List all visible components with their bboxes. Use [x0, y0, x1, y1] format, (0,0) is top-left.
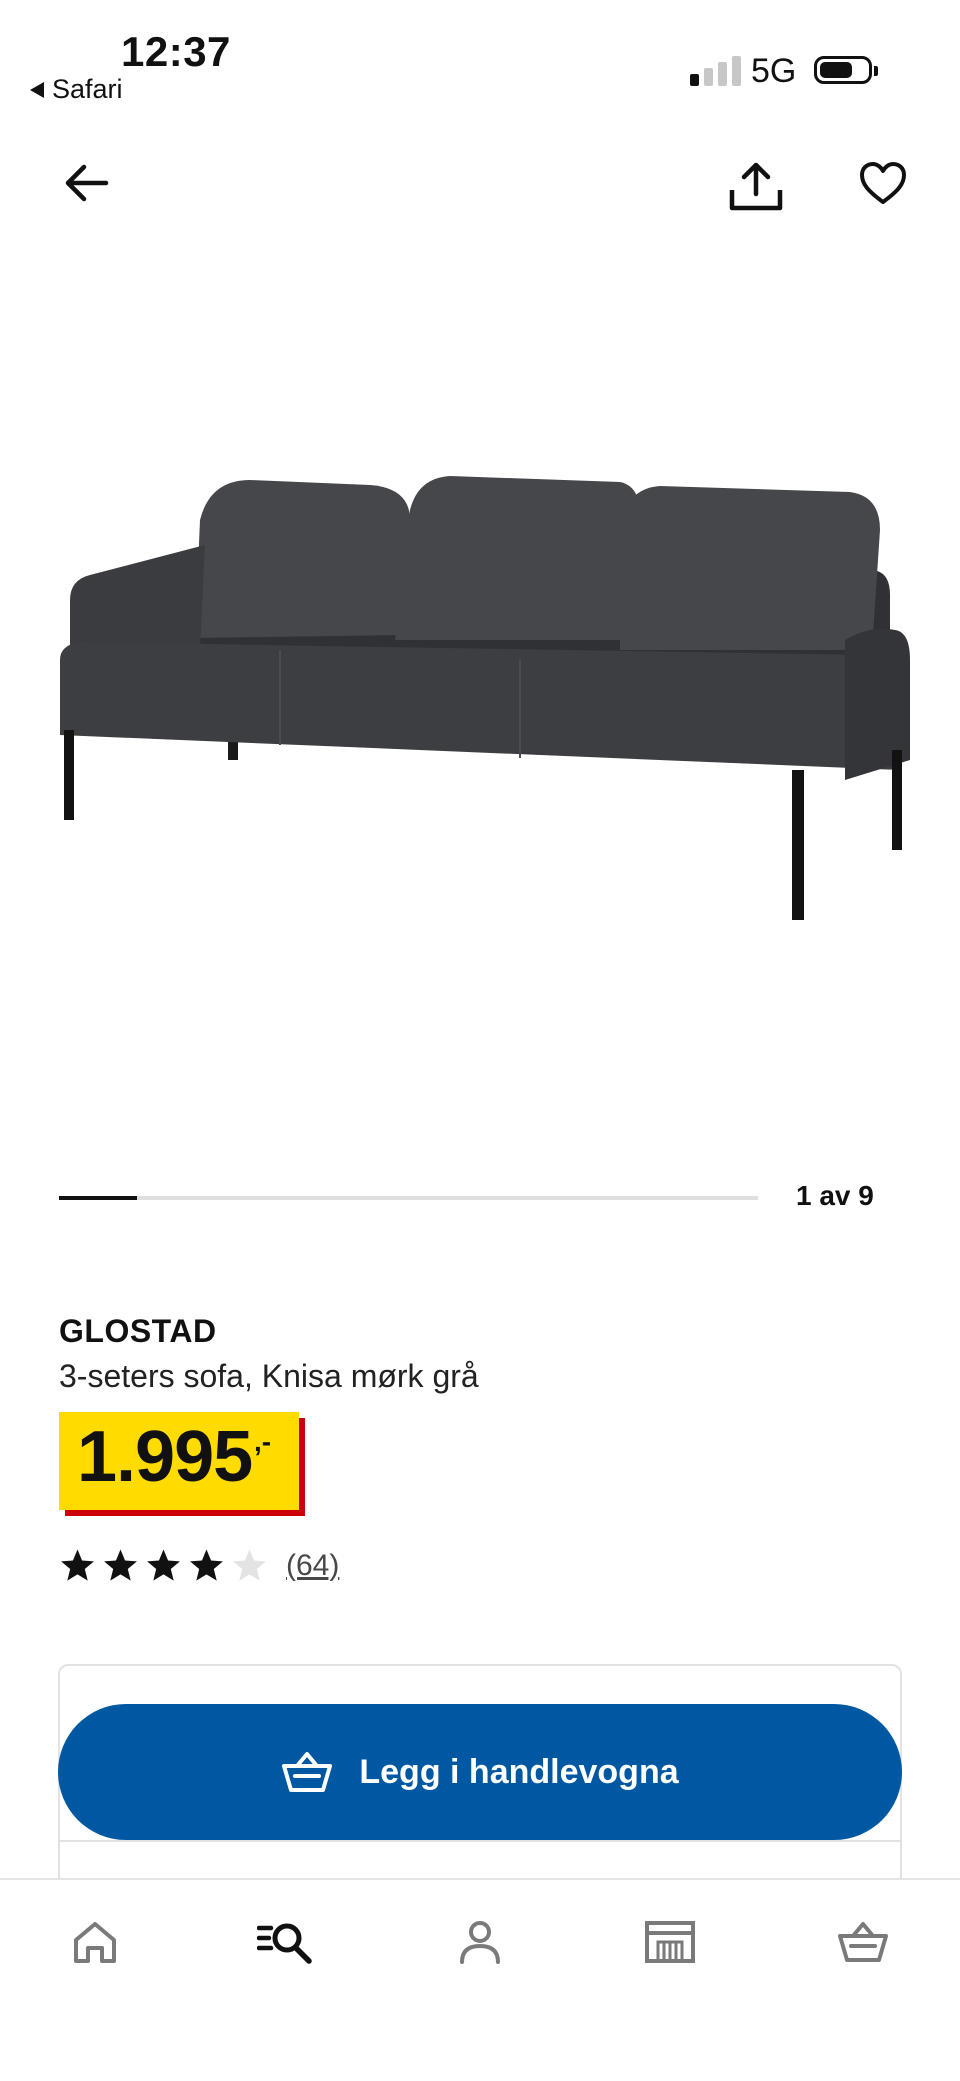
share-icon — [729, 162, 783, 211]
share-button[interactable] — [726, 160, 786, 221]
carousel-progress-track — [59, 1196, 758, 1200]
product-description: 3-seters sofa, Knisa mørk grå — [59, 1358, 479, 1394]
rating[interactable]: (64) — [59, 1548, 339, 1583]
price-value: 1.995 — [77, 1417, 253, 1497]
cart-panel-divider — [60, 1840, 902, 1842]
back-triangle-icon — [30, 81, 44, 98]
price-box: 1.995 ,- — [59, 1412, 299, 1510]
star-filled-icon — [104, 1549, 137, 1581]
favorite-button[interactable] — [858, 160, 908, 213]
product-name: GLOSTAD — [59, 1313, 217, 1349]
star-empty-icon — [233, 1549, 266, 1581]
tab-store[interactable] — [640, 1912, 700, 1972]
store-icon — [645, 1921, 695, 1963]
tab-basket[interactable] — [833, 1912, 893, 1972]
star-filled-icon — [190, 1549, 223, 1581]
bottom-tab-bar — [0, 1878, 960, 2081]
tab-home[interactable] — [65, 1912, 125, 1972]
heart-icon — [860, 162, 906, 204]
network-label: 5G — [751, 52, 797, 90]
profile-icon — [460, 1921, 500, 1964]
carousel-counter: 1 av 9 — [796, 1180, 874, 1211]
status-time: 12:37 — [121, 28, 231, 75]
signal-icon — [690, 54, 741, 86]
star-filled-icon — [61, 1549, 94, 1581]
star-filled-icon — [147, 1549, 180, 1581]
tab-search[interactable] — [255, 1912, 315, 1972]
battery-icon — [814, 56, 878, 84]
arrow-left-icon — [65, 164, 109, 202]
sofa-product-photo — [60, 476, 910, 920]
basket-icon — [838, 1922, 888, 1962]
back-to-safari[interactable]: Safari — [30, 74, 123, 105]
add-to-cart-button[interactable]: Legg i handlevogna — [58, 1704, 902, 1840]
tab-profile[interactable] — [450, 1912, 510, 1972]
add-to-cart-label: Legg i handlevogna — [359, 1752, 679, 1791]
review-count-link[interactable]: (64) — [286, 1549, 339, 1583]
search-list-icon — [257, 1923, 312, 1964]
product-image[interactable] — [50, 460, 910, 940]
carousel-progress-fill — [59, 1196, 137, 1200]
price-suffix: ,- — [254, 1426, 272, 1457]
home-icon — [74, 1922, 116, 1963]
back-app-label: Safari — [52, 74, 123, 104]
back-button[interactable] — [60, 155, 116, 216]
shopping-basket-icon — [282, 1752, 333, 1792]
